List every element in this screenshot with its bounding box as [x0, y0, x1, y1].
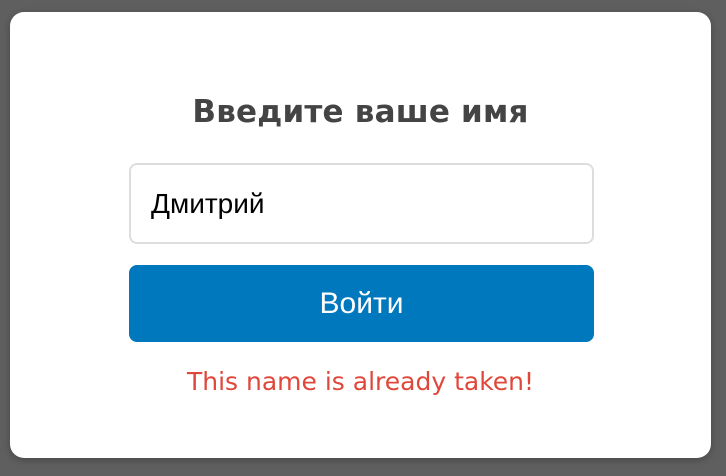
dialog-title: Введите ваше имя — [192, 94, 529, 130]
login-button[interactable]: Войти — [129, 265, 594, 342]
name-input[interactable] — [129, 163, 594, 244]
name-dialog: Введите ваше имя Войти This name is alre… — [10, 12, 711, 458]
error-message: This name is already taken! — [186, 367, 535, 396]
